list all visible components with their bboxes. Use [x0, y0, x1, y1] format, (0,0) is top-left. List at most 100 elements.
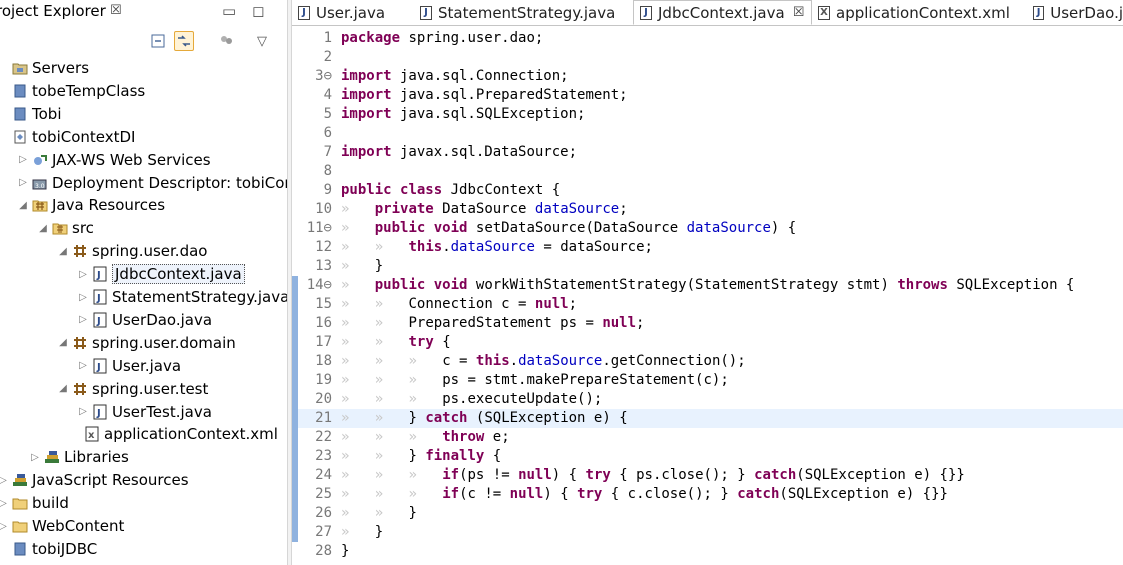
expanded-twisty-icon[interactable]: ◢ [17, 200, 29, 211]
focus-icon[interactable] [216, 31, 236, 51]
editor-tab[interactable]: J StatementStrategy.java [414, 0, 633, 25]
tree-item[interactable]: ▷ Libraries [29, 446, 129, 468]
code-line[interactable]: 24 » » » if(ps != null) { try { ps.close(… [292, 466, 1123, 485]
code-line[interactable]: 25 » » » if(c != null) { try { c.close();… [292, 485, 1123, 504]
code-line[interactable]: 27 » } [292, 523, 1123, 542]
collapsed-twisty-icon[interactable]: ▷ [0, 475, 9, 486]
svg-text:3.0: 3.0 [35, 183, 45, 190]
code-line[interactable]: 2 [292, 48, 1123, 67]
expanded-twisty-icon[interactable]: ◢ [37, 223, 49, 234]
tree-item[interactable]: ▷ build [0, 492, 69, 514]
collapsed-twisty-icon[interactable]: ▷ [17, 154, 29, 165]
code-line[interactable]: 28} [292, 542, 1123, 561]
line-number: 24 [315, 467, 332, 483]
expanded-twisty-icon[interactable]: ◢ [57, 246, 69, 257]
collapsed-twisty-icon[interactable]: ▷ [0, 521, 9, 532]
tree-item[interactable]: Servers [0, 57, 89, 79]
code-line[interactable]: 15 » » Connection c = null; [292, 295, 1123, 314]
code-line[interactable]: 23 » » } finally { [292, 447, 1123, 466]
editor-tab-label: JdbcContext.java [658, 3, 785, 22]
tree-item[interactable]: ◢ Java Resources [17, 194, 165, 216]
editor-tab[interactable]: J User.java [292, 0, 414, 25]
tree-item[interactable]: x applicationContext.xml [69, 423, 278, 445]
code-line[interactable]: 4 import java.sql.PreparedStatement; [292, 86, 1123, 105]
code-line[interactable]: 5 import java.sql.SQLException; [292, 105, 1123, 124]
java-file-icon: J [640, 5, 652, 20]
link-with-editor-icon[interactable] [174, 31, 194, 51]
tree-item[interactable]: ▷ 3.0 Deployment Descriptor: tobiConte [17, 172, 287, 194]
code-text: » » Connection c = null; [341, 296, 578, 312]
java-file-icon: J [92, 289, 108, 305]
code-line[interactable]: 12 » » this.dataSource = dataSource; [292, 238, 1123, 257]
collapse-all-icon[interactable] [148, 31, 168, 51]
code-line[interactable]: 26 » » } [292, 504, 1123, 523]
line-number: 4 [323, 87, 332, 103]
tree-item-label: User.java [112, 356, 182, 375]
line-number: 7 [323, 144, 332, 160]
collapsed-twisty-icon[interactable]: ▷ [77, 292, 89, 303]
code-line[interactable]: 1 package spring.user.dao; [292, 29, 1123, 48]
code-line[interactable]: 19 » » » ps = stmt.makePrepareStatement(c… [292, 371, 1123, 390]
view-menu-icon[interactable]: ▽ [252, 31, 272, 51]
tree-item[interactable]: ◢ spring.user.test [57, 378, 208, 400]
code-text: » » PreparedStatement ps = null; [341, 315, 645, 331]
close-view-icon[interactable]: ☒ [110, 3, 122, 18]
code-line[interactable]: 16 » » PreparedStatement ps = null; [292, 314, 1123, 333]
tree-item[interactable]: ▷ J User.java [77, 355, 181, 377]
code-line[interactable]: 13 » } [292, 257, 1123, 276]
tree-item[interactable]: tobiContextDI [0, 126, 135, 148]
tree-item[interactable]: ▷ J UserDao.java [77, 309, 212, 331]
collapsed-twisty-icon[interactable]: ▷ [0, 498, 9, 509]
editor-tab[interactable]: J UserDao.j [1027, 0, 1123, 25]
code-line[interactable]: 11⊖ » public void setDataSource(DataSourc… [292, 219, 1123, 238]
tree-item-label: Deployment Descriptor: tobiConte [52, 173, 287, 192]
code-line[interactable]: 22 » » » throw e; [292, 428, 1123, 447]
java-file-icon: J [92, 266, 108, 282]
tree-item[interactable]: ◢ spring.user.domain [57, 332, 236, 354]
tree-item[interactable]: Tobi [0, 103, 61, 125]
code-line[interactable]: 20 » » » ps.executeUpdate(); [292, 390, 1123, 409]
collapsed-twisty-icon[interactable]: ▷ [77, 314, 89, 325]
code-line[interactable]: 17 » » try { [292, 333, 1123, 352]
tree-item[interactable]: tobiJDBC [0, 538, 97, 560]
tree-item[interactable]: ▷ J UserTest.java [77, 401, 212, 423]
code-line[interactable]: 3⊖ import java.sql.Connection; [292, 67, 1123, 86]
expanded-twisty-icon[interactable]: ◢ [57, 337, 69, 348]
project-explorer-tab[interactable]: roject Explorer ☒ [0, 0, 287, 24]
tree-item[interactable]: ▷ J JdbcContext.java [77, 263, 245, 285]
tree-item[interactable]: ▷ WebContent [0, 515, 124, 537]
code-line[interactable]: 6 [292, 124, 1123, 143]
code-line[interactable]: 14⊖ » public void workWithStatementStrate… [292, 276, 1123, 295]
tree-item-label: spring.user.dao [92, 242, 208, 261]
tree-item[interactable]: ▷ JavaScript Resources [0, 469, 189, 491]
tree-item-label: JavaScript Resources [32, 471, 189, 490]
minimize-icon[interactable]: ▭ [222, 2, 236, 20]
tree-item[interactable]: ◢ spring.user.dao [57, 240, 207, 262]
code-line[interactable]: 8 [292, 162, 1123, 181]
collapsed-twisty-icon[interactable]: ▷ [77, 269, 89, 280]
expanded-twisty-icon[interactable]: ◢ [57, 383, 69, 394]
editor-tab-label: applicationContext.xml [836, 3, 1010, 22]
collapsed-twisty-icon[interactable]: ▷ [17, 177, 29, 188]
line-number: 12 [315, 239, 332, 255]
code-line[interactable]: 10 » private DataSource dataSource; [292, 200, 1123, 219]
maximize-icon[interactable]: ◻ [252, 2, 264, 20]
tree-item[interactable]: ◢ src [37, 217, 94, 239]
code-line[interactable]: 7 import javax.sql.DataSource; [292, 143, 1123, 162]
collapsed-twisty-icon[interactable]: ▷ [77, 406, 89, 417]
svg-text:J: J [96, 270, 101, 281]
editor-tab[interactable]: J JdbcContext.java ☒ [633, 0, 812, 25]
tree-item-label: spring.user.test [92, 379, 209, 398]
tree-item[interactable]: tobeTempClass [0, 80, 145, 102]
editor-tab[interactable]: XapplicationContext.xml [812, 0, 1027, 25]
close-tab-icon[interactable]: ☒ [793, 5, 805, 20]
collapsed-twisty-icon[interactable]: ▷ [29, 452, 41, 463]
line-number: 9 [323, 182, 332, 198]
collapsed-twisty-icon[interactable]: ▷ [77, 360, 89, 371]
line-number: 11⊖ [306, 220, 332, 236]
tree-item[interactable]: ▷ J StatementStrategy.java [77, 286, 287, 308]
code-line[interactable]: 9 public class JdbcContext { [292, 181, 1123, 200]
code-line[interactable]: 21 » » } catch (SQLException e) { [292, 409, 1123, 428]
tree-item[interactable]: ▷ JAX-WS Web Services [17, 149, 210, 171]
code-line[interactable]: 18 » » » c = this.dataSource.getConnectio… [292, 352, 1123, 371]
